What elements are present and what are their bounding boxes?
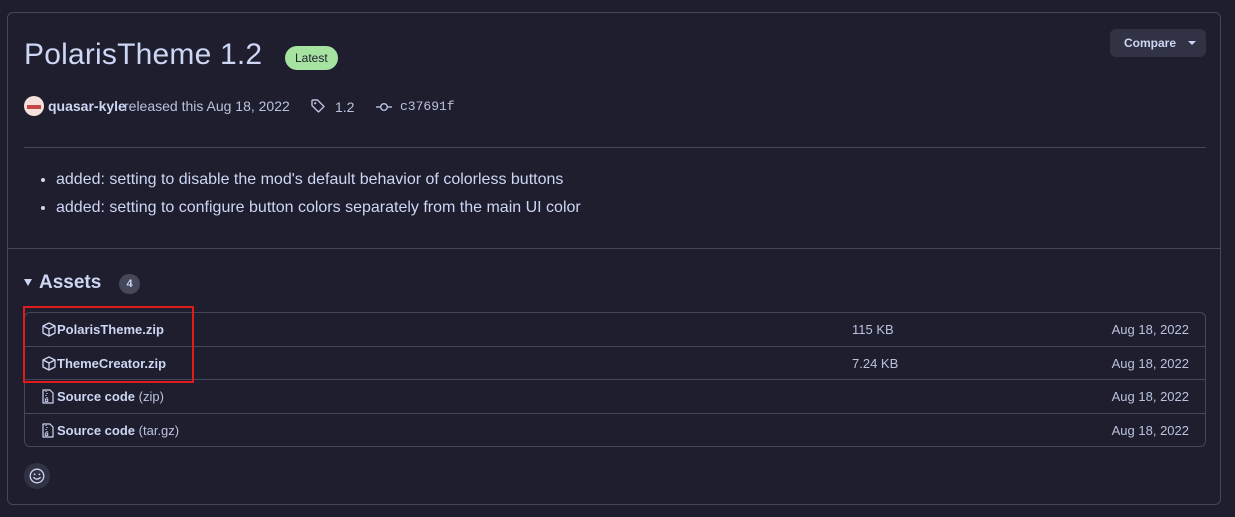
- asset-date: Aug 18, 2022: [1111, 423, 1189, 438]
- assets-count-badge: 4: [119, 274, 140, 294]
- asset-row: Source code (zip) Aug 18, 2022: [25, 379, 1205, 413]
- package-icon: [42, 356, 56, 371]
- asset-row: Source code (tar.gz) Aug 18, 2022: [25, 413, 1205, 446]
- triangle-down-icon[interactable]: [24, 279, 32, 286]
- asset-size: 7.24 KB: [852, 356, 899, 371]
- compare-button[interactable]: Compare: [1110, 29, 1206, 57]
- caret-down-icon: [1188, 41, 1196, 45]
- asset-date: Aug 18, 2022: [1111, 389, 1189, 404]
- asset-size: 115 KB: [852, 322, 894, 337]
- latest-badge: Latest: [285, 46, 338, 70]
- release-note-item: added: setting to disable the mod's defa…: [56, 166, 581, 194]
- add-reaction-button[interactable]: [24, 463, 50, 489]
- divider: [24, 147, 1206, 148]
- asset-row: ThemeCreator.zip 7.24 KB Aug 18, 2022: [25, 346, 1205, 379]
- asset-name: Source code: [57, 423, 136, 438]
- release-date-text: released this Aug 18, 2022: [124, 98, 290, 114]
- file-zip-icon: [42, 423, 54, 438]
- asset-row: PolarisTheme.zip 115 KB Aug 18, 2022: [25, 313, 1205, 346]
- commit-link[interactable]: c37691f: [400, 98, 455, 116]
- release-notes: added: setting to disable the mod's defa…: [38, 166, 581, 222]
- assets-heading[interactable]: Assets: [39, 271, 101, 295]
- asset-date: Aug 18, 2022: [1111, 322, 1189, 337]
- asset-name: PolarisTheme.zip: [57, 322, 164, 337]
- compare-button-label: Compare: [1124, 36, 1177, 50]
- asset-name: ThemeCreator.zip: [57, 356, 167, 371]
- package-icon: [42, 322, 56, 337]
- tag-icon: [311, 99, 325, 113]
- asset-link[interactable]: Source code (tar.gz): [57, 422, 179, 440]
- asset-date: Aug 18, 2022: [1111, 356, 1189, 371]
- commit-icon: [376, 103, 392, 111]
- asset-link[interactable]: PolarisTheme.zip: [57, 321, 164, 339]
- asset-suffix: (zip): [138, 389, 164, 404]
- tag-link[interactable]: 1.2: [335, 98, 354, 116]
- asset-name: Source code: [57, 389, 136, 404]
- release-note-item: added: setting to configure button color…: [56, 194, 581, 222]
- avatar[interactable]: [24, 96, 44, 116]
- file-zip-icon: [42, 389, 54, 404]
- asset-link[interactable]: ThemeCreator.zip: [57, 355, 166, 373]
- asset-list: PolarisTheme.zip 115 KB Aug 18, 2022 The…: [24, 312, 1206, 447]
- release-title[interactable]: PolarisTheme 1.2: [24, 36, 262, 74]
- asset-link[interactable]: Source code (zip): [57, 388, 164, 406]
- divider: [8, 248, 1221, 249]
- smiley-icon: [29, 468, 45, 484]
- asset-suffix: (tar.gz): [138, 423, 180, 438]
- author-link[interactable]: quasar-kyle: [48, 96, 126, 116]
